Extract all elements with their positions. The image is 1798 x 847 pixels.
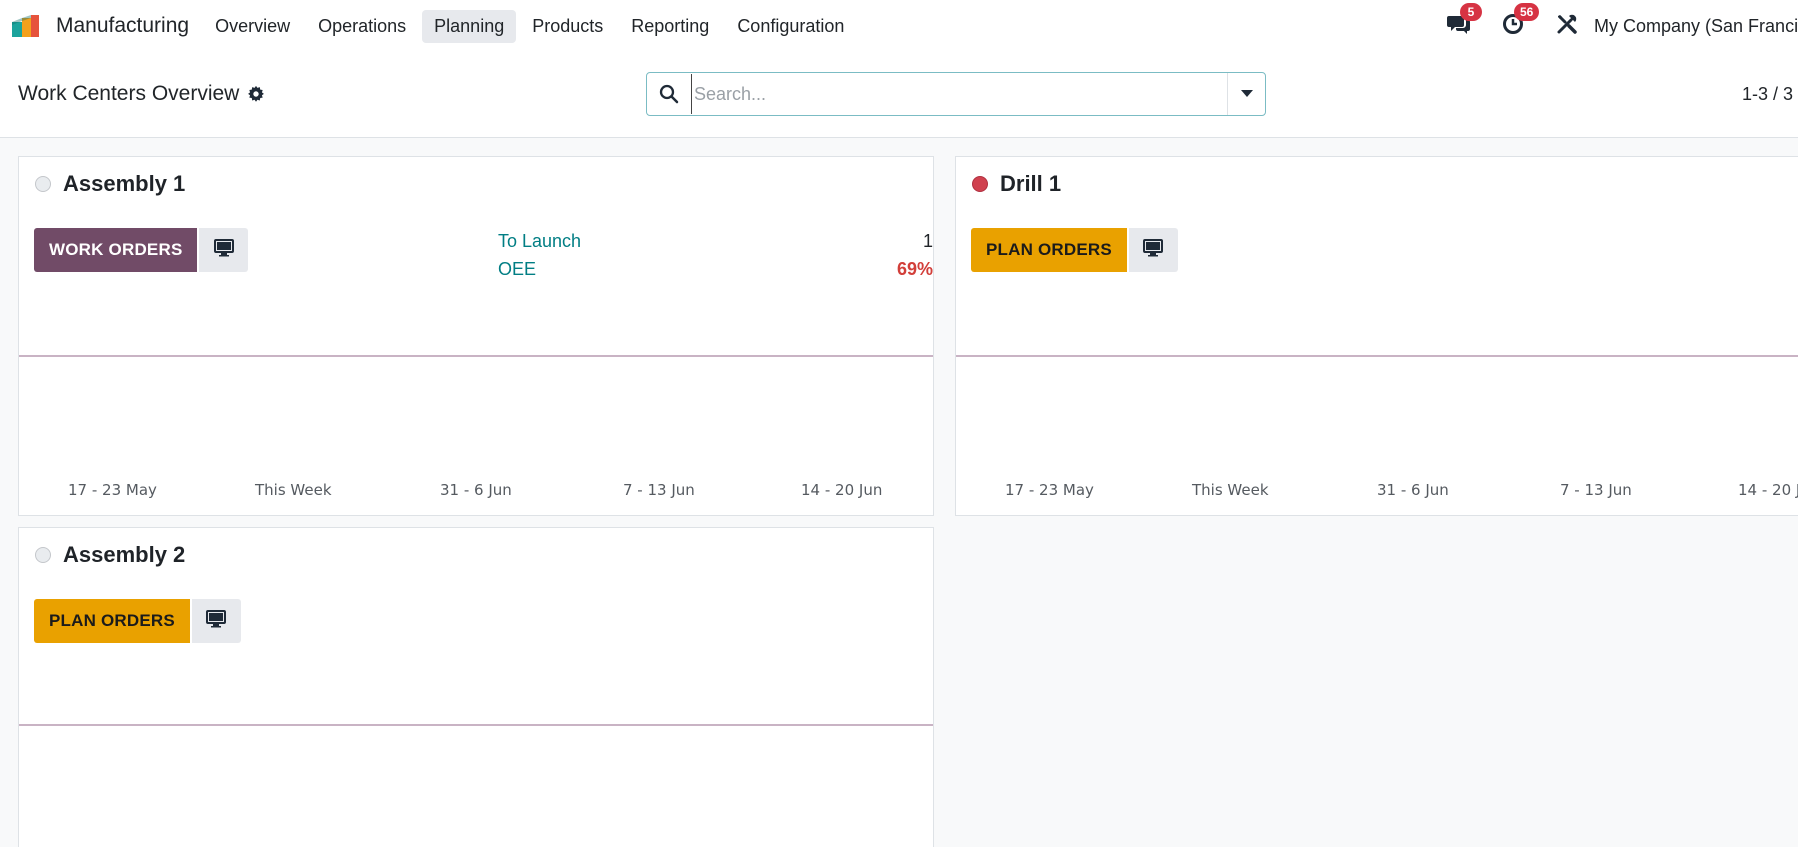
status-indicator[interactable] bbox=[35, 547, 51, 563]
axis-label: 14 - 20 Jun bbox=[1738, 481, 1798, 499]
stat-label[interactable]: OEE bbox=[498, 255, 536, 283]
axis-label: 14 - 20 Jun bbox=[801, 481, 883, 499]
systray: 5 56 My Company (San Franci bbox=[1446, 0, 1798, 52]
status-indicator[interactable] bbox=[35, 176, 51, 192]
control-panel: Work Centers Overview 1-3 / 3 bbox=[0, 52, 1798, 138]
card-header: Drill 1 bbox=[972, 171, 1061, 197]
menu-item-overview[interactable]: Overview bbox=[203, 10, 302, 43]
axis-label: 7 - 13 Jun bbox=[1560, 481, 1632, 499]
manufacturing-app-icon bbox=[12, 15, 42, 37]
plan-orders-button[interactable]: PLAN ORDERS bbox=[34, 599, 190, 643]
work-orders-button[interactable]: WORK ORDERS bbox=[34, 228, 198, 272]
axis-label: 31 - 6 Jun bbox=[440, 481, 512, 499]
tools-icon bbox=[1556, 13, 1578, 40]
axis-label: 17 - 23 May bbox=[1005, 481, 1094, 499]
messages-button[interactable]: 5 bbox=[1446, 3, 1482, 39]
graph-baseline bbox=[956, 355, 1798, 357]
top-navbar: Manufacturing Overview Operations Planni… bbox=[0, 0, 1798, 52]
company-switcher[interactable]: My Company (San Francisco) bbox=[1594, 16, 1798, 37]
menu-item-configuration[interactable]: Configuration bbox=[725, 10, 856, 43]
menu-item-planning[interactable]: Planning bbox=[422, 9, 517, 43]
main-menu: Overview Operations Planning Products Re… bbox=[203, 0, 860, 52]
page-title-wrap: Work Centers Overview bbox=[18, 82, 265, 106]
activities-button[interactable]: 56 bbox=[1500, 3, 1540, 39]
monitor-icon bbox=[206, 609, 227, 633]
card-header: Assembly 1 bbox=[35, 171, 185, 197]
caret-down-icon bbox=[1240, 85, 1253, 103]
search-bar bbox=[646, 72, 1266, 116]
workcenter-card: Assembly 2 PLAN ORDERS bbox=[18, 527, 934, 847]
app-name: Manufacturing bbox=[56, 14, 190, 37]
stat-value: 1 bbox=[922, 231, 933, 251]
card-actions: PLAN ORDERS bbox=[34, 599, 241, 643]
axis-label: This Week bbox=[255, 481, 332, 499]
monitor-icon bbox=[213, 238, 234, 262]
card-title[interactable]: Drill 1 bbox=[1000, 171, 1061, 197]
pager-value[interactable]: 1-3 / 3 bbox=[1742, 84, 1798, 105]
search-options-toggle[interactable] bbox=[1227, 73, 1265, 115]
card-actions: PLAN ORDERS bbox=[971, 228, 1178, 272]
activities-badge: 56 bbox=[1514, 3, 1540, 21]
page-title: Work Centers Overview bbox=[18, 82, 240, 105]
axis-label: 17 - 23 May bbox=[68, 481, 157, 499]
search-icon bbox=[647, 84, 691, 104]
stat-row-to-launch[interactable]: To Launch 1 bbox=[498, 227, 933, 255]
monitor-icon bbox=[1143, 238, 1164, 262]
shop-floor-button[interactable] bbox=[1128, 228, 1178, 272]
card-actions: WORK ORDERS bbox=[34, 228, 249, 272]
messages-badge: 5 bbox=[1460, 3, 1482, 21]
stat-label[interactable]: To Launch bbox=[498, 227, 581, 255]
menu-item-reporting[interactable]: Reporting bbox=[619, 10, 721, 43]
workcenter-card: Drill 1 PLAN ORDERS 17 - 23 May This Wee… bbox=[955, 156, 1798, 516]
axis-label: This Week bbox=[1192, 481, 1269, 499]
search-input[interactable] bbox=[691, 74, 1227, 114]
workcenter-card: Assembly 1 WORK ORDERS To Launch 1 OEE 6… bbox=[18, 156, 934, 516]
shop-floor-button[interactable] bbox=[199, 228, 249, 272]
stat-value: 69% bbox=[896, 259, 933, 279]
graph-baseline bbox=[19, 355, 933, 357]
card-stats: To Launch 1 OEE 69% bbox=[498, 227, 933, 283]
menu-item-operations[interactable]: Operations bbox=[306, 10, 418, 43]
stat-row-oee[interactable]: OEE 69% bbox=[498, 255, 933, 283]
shop-floor-button[interactable] bbox=[191, 599, 241, 643]
status-indicator[interactable] bbox=[972, 176, 988, 192]
plan-orders-button[interactable]: PLAN ORDERS bbox=[971, 228, 1127, 272]
gear-icon[interactable] bbox=[247, 85, 265, 103]
graph-axis: 17 - 23 May This Week 31 - 6 Jun 7 - 13 … bbox=[19, 481, 933, 501]
debug-tools-button[interactable] bbox=[1554, 13, 1580, 39]
card-header: Assembly 2 bbox=[35, 542, 185, 568]
menu-item-products[interactable]: Products bbox=[520, 10, 615, 43]
graph-axis: 17 - 23 May This Week 31 - 6 Jun 7 - 13 … bbox=[956, 481, 1798, 501]
card-title[interactable]: Assembly 2 bbox=[63, 542, 185, 568]
axis-label: 31 - 6 Jun bbox=[1377, 481, 1449, 499]
graph-baseline bbox=[19, 724, 933, 726]
app-brand[interactable]: Manufacturing bbox=[12, 0, 203, 52]
card-title[interactable]: Assembly 1 bbox=[63, 171, 185, 197]
axis-label: 7 - 13 Jun bbox=[623, 481, 695, 499]
